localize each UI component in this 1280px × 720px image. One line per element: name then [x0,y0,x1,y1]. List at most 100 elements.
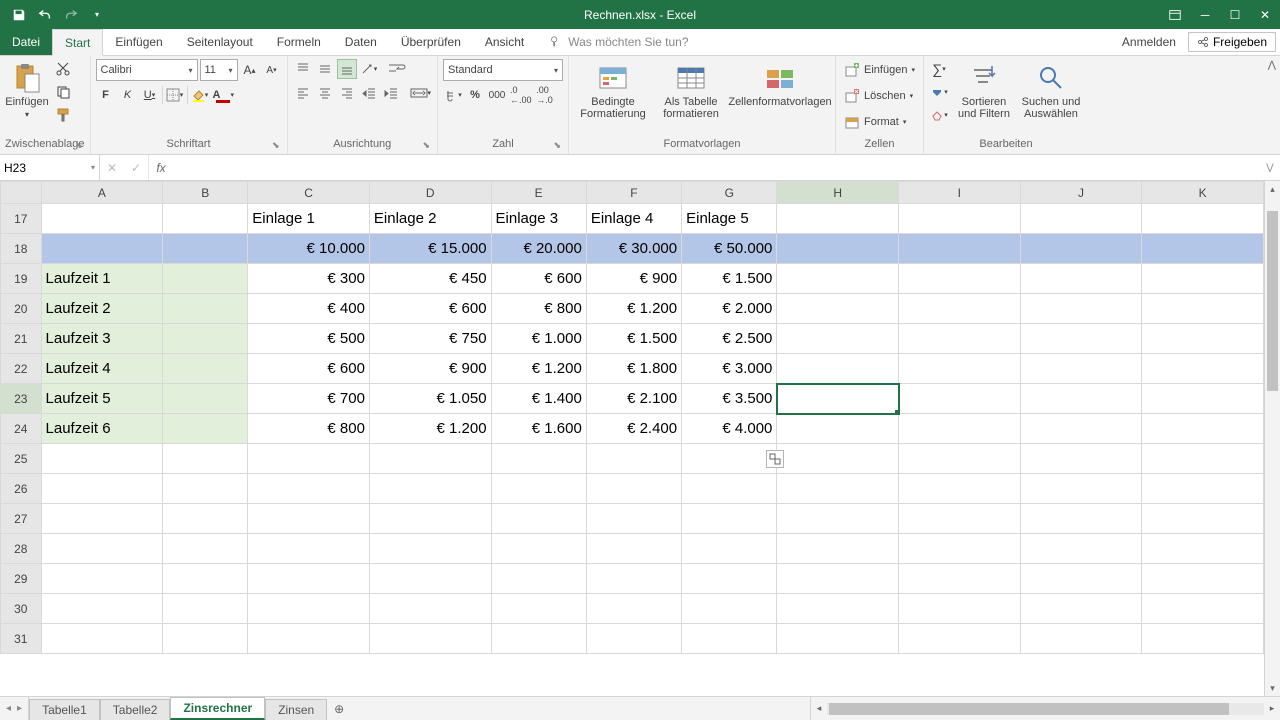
cell-A30[interactable] [41,594,163,624]
cell-A23[interactable]: Laufzeit 5 [41,384,163,414]
align-bottom-button[interactable] [337,59,357,79]
cancel-formula-icon[interactable]: ✕ [100,161,124,175]
cell-I30[interactable] [899,594,1021,624]
row-header-22[interactable]: 22 [1,354,42,384]
tab-file[interactable]: Datei [0,29,52,55]
cell-D28[interactable] [369,534,491,564]
cell-K24[interactable] [1142,414,1264,444]
cell-E22[interactable]: € 1.200 [491,354,586,384]
tab-insert[interactable]: Einfügen [103,29,174,55]
row-header-24[interactable]: 24 [1,414,42,444]
cell-H26[interactable] [777,474,899,504]
cell-F31[interactable] [586,624,681,654]
cell-H22[interactable] [777,354,899,384]
row-header-17[interactable]: 17 [1,204,42,234]
row-header-20[interactable]: 20 [1,294,42,324]
delete-cells-button[interactable]: Löschen ▾ [841,85,916,107]
align-left-button[interactable] [293,83,313,103]
cell-C31[interactable] [248,624,370,654]
cell-G24[interactable]: € 4.000 [682,414,777,444]
cell-F24[interactable]: € 2.400 [586,414,681,444]
clear-button[interactable]: ▾ [929,105,949,125]
cell-A17[interactable] [41,204,163,234]
cell-I17[interactable] [899,204,1021,234]
share-button[interactable]: Freigeben [1188,32,1276,52]
conditional-formatting-button[interactable]: Bedingte Formatierung [574,59,652,125]
cell-G31[interactable] [682,624,777,654]
cell-F26[interactable] [586,474,681,504]
row-header-29[interactable]: 29 [1,564,42,594]
bold-button[interactable]: F [96,85,116,105]
accounting-format-button[interactable]: ▾ [443,85,463,105]
font-name-select[interactable]: Calibri▾ [96,59,198,81]
column-header-C[interactable]: C [248,182,370,204]
cell-I31[interactable] [899,624,1021,654]
cell-G28[interactable] [682,534,777,564]
cell-F20[interactable]: € 1.200 [586,294,681,324]
column-header-J[interactable]: J [1020,182,1142,204]
percent-button[interactable]: % [465,85,485,105]
maximize-icon[interactable]: ☐ [1220,0,1250,29]
cell-K22[interactable] [1142,354,1264,384]
cell-G29[interactable] [682,564,777,594]
fill-button[interactable]: ▾ [929,82,949,102]
cell-H17[interactable] [777,204,899,234]
increase-font-button[interactable]: A▴ [240,60,260,80]
cell-D18[interactable]: € 15.000 [369,234,491,264]
format-cells-button[interactable]: Format ▾ [841,111,909,133]
cell-I20[interactable] [899,294,1021,324]
cell-C28[interactable] [248,534,370,564]
cell-J28[interactable] [1020,534,1142,564]
cell-A28[interactable] [41,534,163,564]
cell-H21[interactable] [777,324,899,354]
cell-G27[interactable] [682,504,777,534]
cell-I18[interactable] [899,234,1021,264]
vertical-scroll-thumb[interactable] [1267,211,1278,391]
column-header-G[interactable]: G [682,182,777,204]
column-header-A[interactable]: A [41,182,163,204]
cell-E18[interactable]: € 20.000 [491,234,586,264]
cell-E29[interactable] [491,564,586,594]
column-header-I[interactable]: I [899,182,1021,204]
cell-D22[interactable]: € 900 [369,354,491,384]
font-dialog-icon[interactable]: ⬊ [272,140,280,151]
cell-G19[interactable]: € 1.500 [682,264,777,294]
cell-E20[interactable]: € 800 [491,294,586,324]
paste-button[interactable]: Einfügen ▾ [5,59,49,125]
formula-input[interactable] [173,155,1260,180]
italic-button[interactable]: K [118,85,138,105]
cell-G26[interactable] [682,474,777,504]
cell-C30[interactable] [248,594,370,624]
cell-C19[interactable]: € 300 [248,264,370,294]
comma-style-button[interactable]: 000 [487,85,507,105]
cell-C27[interactable] [248,504,370,534]
cell-H27[interactable] [777,504,899,534]
cell-D21[interactable]: € 750 [369,324,491,354]
cell-J27[interactable] [1020,504,1142,534]
cell-J22[interactable] [1020,354,1142,384]
cell-F21[interactable]: € 1.500 [586,324,681,354]
cell-G17[interactable]: Einlage 5 [682,204,777,234]
sheet-tab-zinsrechner[interactable]: Zinsrechner [170,697,265,720]
cell-H30[interactable] [777,594,899,624]
cell-F28[interactable] [586,534,681,564]
sheet-nav-prev-icon[interactable]: ◂ [6,703,11,714]
row-header-27[interactable]: 27 [1,504,42,534]
sheet-tab-zinsen[interactable]: Zinsen [265,699,327,720]
tab-data[interactable]: Daten [333,29,389,55]
cell-K31[interactable] [1142,624,1264,654]
cell-J24[interactable] [1020,414,1142,444]
cell-K23[interactable] [1142,384,1264,414]
row-header-18[interactable]: 18 [1,234,42,264]
cell-E25[interactable] [491,444,586,474]
redo-icon[interactable] [60,4,82,26]
cell-J25[interactable] [1020,444,1142,474]
cell-D31[interactable] [369,624,491,654]
column-header-H[interactable]: H [777,182,899,204]
cell-K27[interactable] [1142,504,1264,534]
cell-I21[interactable] [899,324,1021,354]
cell-C23[interactable]: € 700 [248,384,370,414]
cell-H23[interactable] [777,384,899,414]
align-middle-button[interactable] [315,59,335,79]
cell-C17[interactable]: Einlage 1 [248,204,370,234]
